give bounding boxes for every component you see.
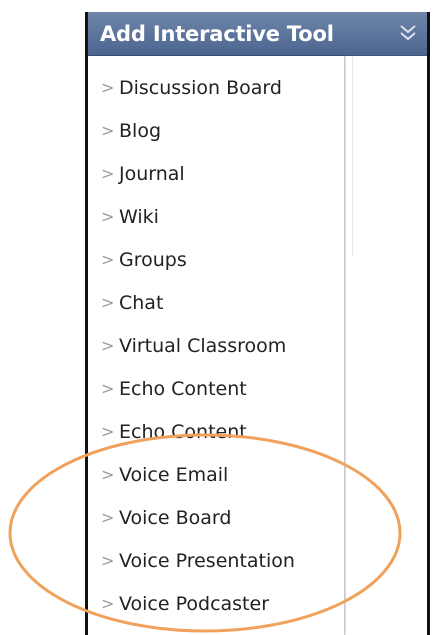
double-chevron-down-icon[interactable]	[397, 20, 419, 46]
menu-item-label: Chat	[119, 291, 164, 314]
menu-item-chat[interactable]: > Chat	[88, 281, 344, 324]
menu-item-label: Voice Presentation	[119, 549, 295, 572]
menu-item-label: Virtual Classroom	[119, 334, 287, 357]
menu-item-label: Blog	[119, 119, 161, 142]
chevron-right-icon: >	[101, 78, 115, 97]
chevron-right-icon: >	[101, 551, 115, 570]
menu-item-echo-content[interactable]: > Echo Content	[88, 367, 344, 410]
chevron-right-icon: >	[101, 594, 115, 613]
chevron-right-icon: >	[101, 164, 115, 183]
chevron-right-icon: >	[101, 293, 115, 312]
menu-item-voice-podcaster[interactable]: > Voice Podcaster	[88, 582, 344, 625]
menu-item-label: Voice Podcaster	[119, 592, 270, 615]
menu-item-voice-email[interactable]: > Voice Email	[88, 453, 344, 496]
chevron-right-icon: >	[101, 508, 115, 527]
menu-item-label: Groups	[119, 248, 187, 271]
menu-item-label: Echo Content	[119, 377, 247, 400]
chevron-right-icon: >	[101, 121, 115, 140]
chevron-right-icon: >	[101, 422, 115, 441]
content-area	[346, 56, 427, 635]
chevron-right-icon: >	[101, 379, 115, 398]
menu-item-voice-board[interactable]: > Voice Board	[88, 496, 344, 539]
menu-item-blog[interactable]: > Blog	[88, 109, 344, 152]
menu-item-label: Voice Board	[119, 506, 232, 529]
menu-item-virtual-classroom[interactable]: > Virtual Classroom	[88, 324, 344, 367]
header-title: Add Interactive Tool	[100, 21, 334, 46]
add-interactive-tool-header[interactable]: Add Interactive Tool	[88, 12, 427, 56]
menu-item-voice-presentation[interactable]: > Voice Presentation	[88, 539, 344, 582]
tool-menu: > Discussion Board > Blog > Journal > Wi…	[88, 56, 345, 635]
menu-item-label: Voice Email	[119, 463, 229, 486]
menu-item-wiki[interactable]: > Wiki	[88, 195, 344, 238]
menu-item-label: Wiki	[119, 205, 159, 228]
interactive-tool-panel: Add Interactive Tool > Discussion Board …	[85, 12, 430, 635]
menu-item-journal[interactable]: > Journal	[88, 152, 344, 195]
chevron-right-icon: >	[101, 336, 115, 355]
menu-item-discussion-board[interactable]: > Discussion Board	[88, 66, 344, 109]
divider	[352, 56, 353, 256]
chevron-right-icon: >	[101, 207, 115, 226]
chevron-right-icon: >	[101, 250, 115, 269]
chevron-right-icon: >	[101, 465, 115, 484]
menu-item-label: Discussion Board	[119, 76, 282, 99]
menu-item-label: Echo Content	[119, 420, 247, 443]
menu-item-label: Journal	[119, 162, 185, 185]
menu-item-groups[interactable]: > Groups	[88, 238, 344, 281]
menu-item-echo-content-2[interactable]: > Echo Content	[88, 410, 344, 453]
